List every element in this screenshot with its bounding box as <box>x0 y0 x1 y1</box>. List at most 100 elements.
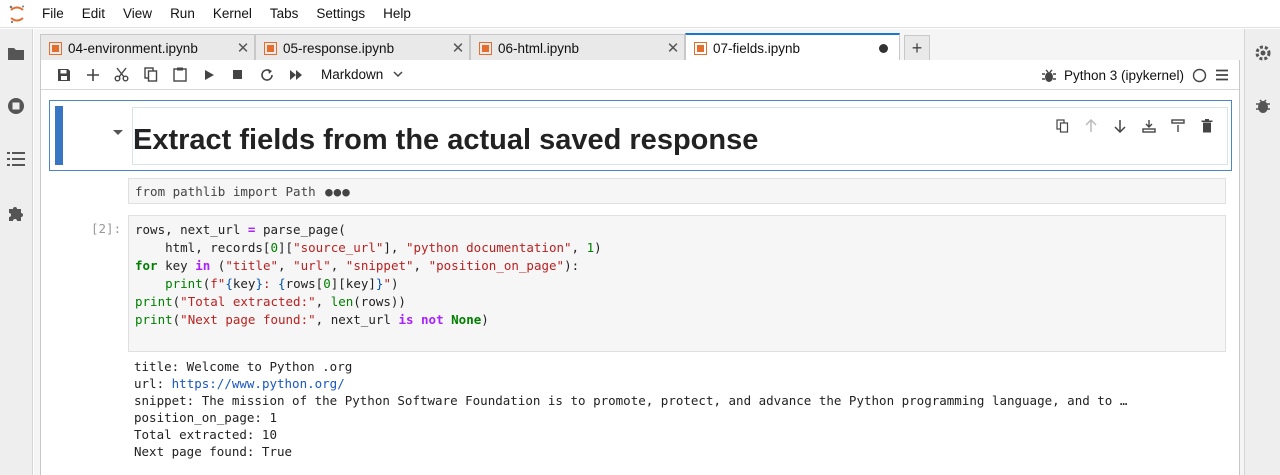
left-sidebar <box>0 29 33 475</box>
insert-above-icon <box>1142 120 1156 133</box>
output-url-link[interactable]: https://www.python.org/ <box>172 376 345 391</box>
move-down-button[interactable] <box>1110 116 1130 136</box>
tab-label: 07-fields.ipynb <box>713 40 801 56</box>
menu-run[interactable]: Run <box>161 0 204 28</box>
scissors-icon <box>114 67 129 82</box>
table-of-contents-icon[interactable] <box>6 149 26 169</box>
copy-icon <box>1055 119 1068 133</box>
tab-07-fields[interactable]: 07-fields.ipynb <box>685 33 900 61</box>
insert-above-button[interactable] <box>1139 116 1159 136</box>
fast-forward-icon <box>289 69 302 80</box>
output-next: Next page found: True <box>134 444 293 459</box>
plus-icon <box>86 68 99 81</box>
copy-icon <box>143 67 157 82</box>
unsaved-dot-icon[interactable] <box>879 43 888 53</box>
duplicate-cell-button[interactable] <box>1052 116 1072 136</box>
cell-toolbar <box>1052 116 1217 136</box>
markdown-cell-content: Extract fields from the actual saved res… <box>132 107 1228 165</box>
refresh-icon <box>260 68 273 81</box>
code-text[interactable]: rows, next_url = parse_page( html, recor… <box>135 221 602 329</box>
cell-type-label: Markdown <box>321 67 384 82</box>
close-icon[interactable]: ✕ <box>232 39 254 57</box>
save-button[interactable] <box>49 63 78 87</box>
kernel-status: Python 3 (ipykernel) <box>1041 60 1229 90</box>
folder-icon[interactable] <box>6 43 26 63</box>
cell-type-dropdown[interactable]: Markdown <box>321 67 403 82</box>
notebook-icon <box>49 41 62 55</box>
add-tab-button[interactable]: + <box>904 35 930 61</box>
save-icon <box>57 68 70 81</box>
code-line-1: rows, next_url = parse_page( <box>135 222 346 237</box>
tab-label: 04-environment.ipynb <box>68 40 198 56</box>
ellipsis-icon[interactable]: ●●● <box>325 184 351 199</box>
arrow-down-icon <box>1114 120 1126 133</box>
main-area: 04-environment.ipynb ✕ 05-response.ipynb… <box>34 29 1244 475</box>
right-sidebar <box>1244 29 1280 475</box>
tab-05-response[interactable]: 05-response.ipynb ✕ <box>255 34 470 61</box>
move-up-button[interactable] <box>1081 116 1101 136</box>
code-cell-editor[interactable]: rows, next_url = parse_page( html, recor… <box>128 215 1226 352</box>
cell-prompt: [2]: <box>91 221 122 236</box>
menu-settings[interactable]: Settings <box>307 0 374 28</box>
running-kernels-icon[interactable] <box>6 96 26 116</box>
chevron-down-icon <box>393 71 403 78</box>
output-total: Total extracted: 10 <box>134 427 277 442</box>
collapsed-code-cell[interactable]: from pathlib import Path ●●● <box>128 178 1226 204</box>
cell-output: title: Welcome to Python .org url: https… <box>134 358 1127 460</box>
close-icon[interactable]: ✕ <box>447 39 469 57</box>
restart-run-all-button[interactable] <box>281 63 310 87</box>
code-line-2: html, records[0]["source_url"], "python … <box>135 240 602 255</box>
play-icon <box>204 69 214 80</box>
insert-below-icon <box>1171 119 1185 132</box>
kernel-name[interactable]: Python 3 (ipykernel) <box>1064 68 1184 83</box>
cell-heading: Extract fields from the actual saved res… <box>133 124 759 156</box>
output-title: title: Welcome to Python .org <box>134 359 353 374</box>
extensions-icon[interactable] <box>6 203 26 223</box>
kernel-idle-circle-icon <box>1192 68 1207 82</box>
code-line-3: for key in ("title", "url", "snippet", "… <box>135 258 580 273</box>
code-line-4: print(f"{key}: {rows[0][key]}") <box>165 276 399 291</box>
tab-label: 05-response.ipynb <box>283 40 395 56</box>
cell-collapser[interactable] <box>55 106 63 165</box>
tab-bar: 04-environment.ipynb ✕ 05-response.ipynb… <box>34 33 1244 61</box>
menu-tabs[interactable]: Tabs <box>261 0 308 28</box>
output-snippet: snippet: The mission of the Python Softw… <box>134 393 1128 408</box>
paste-button[interactable] <box>165 63 194 87</box>
delete-cell-button[interactable] <box>1197 116 1217 136</box>
tab-06-html[interactable]: 06-html.ipynb ✕ <box>470 34 685 61</box>
notebook-toolbar: Markdown Python 3 (ipykernel) <box>41 60 1239 90</box>
output-position: position_on_page: 1 <box>134 410 277 425</box>
collapse-caret-icon[interactable] <box>112 129 124 137</box>
menu-view[interactable]: View <box>114 0 161 28</box>
menu-edit[interactable]: Edit <box>73 0 114 28</box>
insert-below-button[interactable] <box>1168 116 1188 136</box>
menu-file[interactable]: File <box>34 0 73 28</box>
interrupt-button[interactable] <box>223 63 252 87</box>
notebook-icon <box>264 41 277 55</box>
collapsed-code-text: from pathlib import Path <box>135 184 316 199</box>
notebook-icon <box>694 41 707 55</box>
menu-lines-icon[interactable] <box>1215 69 1229 81</box>
copy-button[interactable] <box>136 63 165 87</box>
jupyter-logo-icon <box>0 0 34 28</box>
property-inspector-gear-icon[interactable] <box>1253 43 1273 63</box>
insert-cell-button[interactable] <box>78 63 107 87</box>
restart-button[interactable] <box>252 63 281 87</box>
trash-icon <box>1201 119 1213 133</box>
tab-04-environment[interactable]: 04-environment.ipynb ✕ <box>40 34 255 61</box>
output-url-prefix: url: <box>134 376 172 391</box>
close-icon[interactable]: ✕ <box>662 39 684 57</box>
code-line-6: print("Next page found:", next_url is no… <box>135 312 489 327</box>
menu-help[interactable]: Help <box>374 0 420 28</box>
cut-button[interactable] <box>107 63 136 87</box>
menu-kernel[interactable]: Kernel <box>204 0 261 28</box>
debugger-bug-icon[interactable] <box>1253 96 1273 116</box>
paste-icon <box>172 67 187 82</box>
debugger-bug-icon[interactable] <box>1041 68 1056 83</box>
arrow-up-icon <box>1085 119 1097 132</box>
markdown-cell[interactable]: Extract fields from the actual saved res… <box>49 100 1232 171</box>
run-button[interactable] <box>194 63 223 87</box>
tab-label: 06-html.ipynb <box>498 40 580 56</box>
notebook-icon <box>479 41 492 55</box>
notebook-panel: Markdown Python 3 (ipykernel) Extract fi… <box>40 60 1240 475</box>
